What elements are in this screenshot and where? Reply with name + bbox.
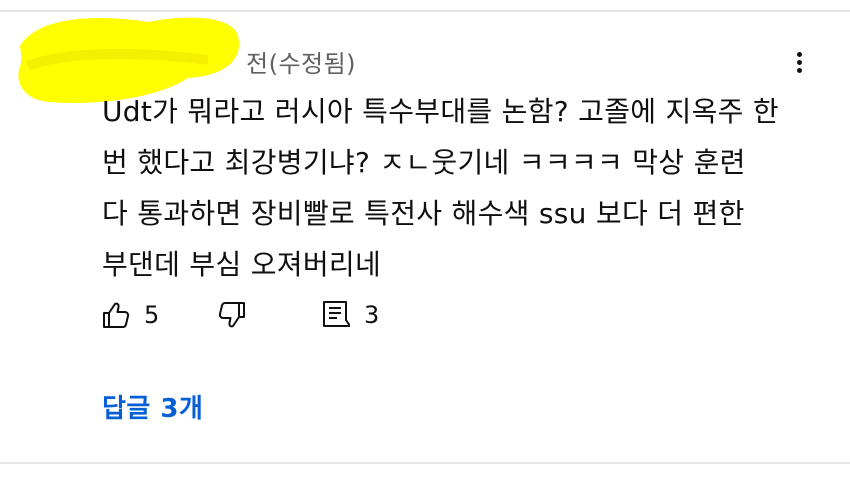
dislike-button[interactable]: [218, 298, 246, 332]
bottom-divider: [0, 462, 850, 464]
like-count: 5: [144, 301, 160, 329]
like-button[interactable]: 5: [102, 298, 159, 332]
comment-meta: 전(수정됨): [246, 50, 357, 78]
more-options-button[interactable]: [786, 44, 814, 80]
thumbs-down-icon: [218, 302, 245, 328]
view-replies-link[interactable]: 답글 3개: [102, 388, 203, 425]
reply-count: 3: [364, 301, 380, 329]
more-vert-icon: [797, 52, 802, 57]
thumbs-up-icon: [103, 302, 130, 328]
reply-button[interactable]: 3: [322, 298, 379, 332]
comment-text: Udt가 뭐라고 러시아 특수부대를 논함? 고졸에 지옥주 한 번 했다고 최…: [102, 95, 779, 281]
comment-icon: [323, 301, 350, 327]
